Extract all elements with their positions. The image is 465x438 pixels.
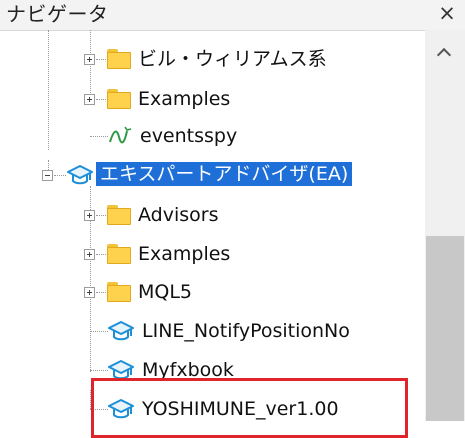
tree-line: [96, 254, 106, 255]
tree-line: [96, 215, 106, 216]
tree-item-label: Advisors: [138, 204, 219, 226]
tree-item-folder[interactable]: Examples: [0, 235, 425, 275]
folder-icon: [107, 244, 131, 264]
tree-item-folder[interactable]: Advisors: [0, 196, 425, 236]
tree-item-label: Myfxbook: [142, 359, 234, 381]
tree-item-folder[interactable]: MQL5: [0, 273, 425, 313]
expand-icon[interactable]: [84, 94, 95, 105]
close-icon[interactable]: ×: [435, 1, 459, 25]
tree-line: [90, 409, 108, 410]
vertical-scrollbar[interactable]: [425, 30, 465, 421]
tree-item-expert-yoshimune[interactable]: YOSHIMUNE_ver1.00: [0, 390, 425, 430]
tree-line: [96, 292, 106, 293]
folder-icon: [107, 49, 131, 69]
tree-item-folder[interactable]: ビル・ウィリアムス系: [0, 40, 425, 80]
tree-item-expert-advisors[interactable]: エキスパートアドバイザ(EA): [0, 156, 425, 196]
folder-icon: [107, 282, 131, 302]
graduation-cap-icon: [67, 165, 93, 185]
scroll-up-arrow-icon[interactable]: [425, 30, 465, 74]
tree-line: [54, 175, 66, 176]
tree-item-label: MQL5: [138, 281, 193, 303]
navigator-title-bar: ナビゲータ ×: [0, 0, 465, 31]
script-icon: [109, 126, 132, 144]
navigator-tree: ビル・ウィリアムス系 Examples eventsspy エキスパートアドバイ…: [0, 30, 425, 438]
scrollbar-thumb[interactable]: [426, 236, 464, 421]
tree-item-label: Examples: [138, 88, 231, 110]
tree-item-expert[interactable]: LINE_NotifyPositionNo: [0, 312, 425, 352]
tree-item-expert[interactable]: Myfxbook: [0, 351, 425, 391]
expand-icon[interactable]: [84, 249, 95, 260]
expand-icon[interactable]: [84, 210, 95, 221]
tree-item-label: ビル・ウィリアムス系: [138, 48, 327, 70]
expand-icon[interactable]: [84, 287, 95, 298]
tree-item-label: YOSHIMUNE_ver1.00: [142, 398, 339, 420]
folder-icon: [107, 89, 131, 109]
tree-line: [90, 370, 108, 371]
folder-icon: [107, 205, 131, 225]
tree-line: [96, 99, 106, 100]
tree-line: [90, 390, 91, 409]
tree-item-label: eventsspy: [140, 125, 238, 147]
graduation-cap-icon: [108, 360, 134, 380]
graduation-cap-icon: [108, 321, 134, 341]
tree-line: [90, 136, 108, 137]
tree-line: [90, 331, 108, 332]
tree-item-script[interactable]: eventsspy: [0, 117, 425, 157]
expand-icon[interactable]: [84, 54, 95, 65]
graduation-cap-icon: [108, 399, 134, 419]
tree-line: [96, 59, 106, 60]
collapse-icon[interactable]: [42, 170, 53, 181]
tree-item-label: エキスパートアドバイザ(EA): [96, 162, 353, 186]
tree-item-label: Examples: [138, 243, 231, 265]
tree-item-label: LINE_NotifyPositionNo: [142, 320, 350, 342]
tree-item-folder[interactable]: Examples: [0, 80, 425, 120]
window-title: ナビゲータ: [6, 2, 109, 26]
